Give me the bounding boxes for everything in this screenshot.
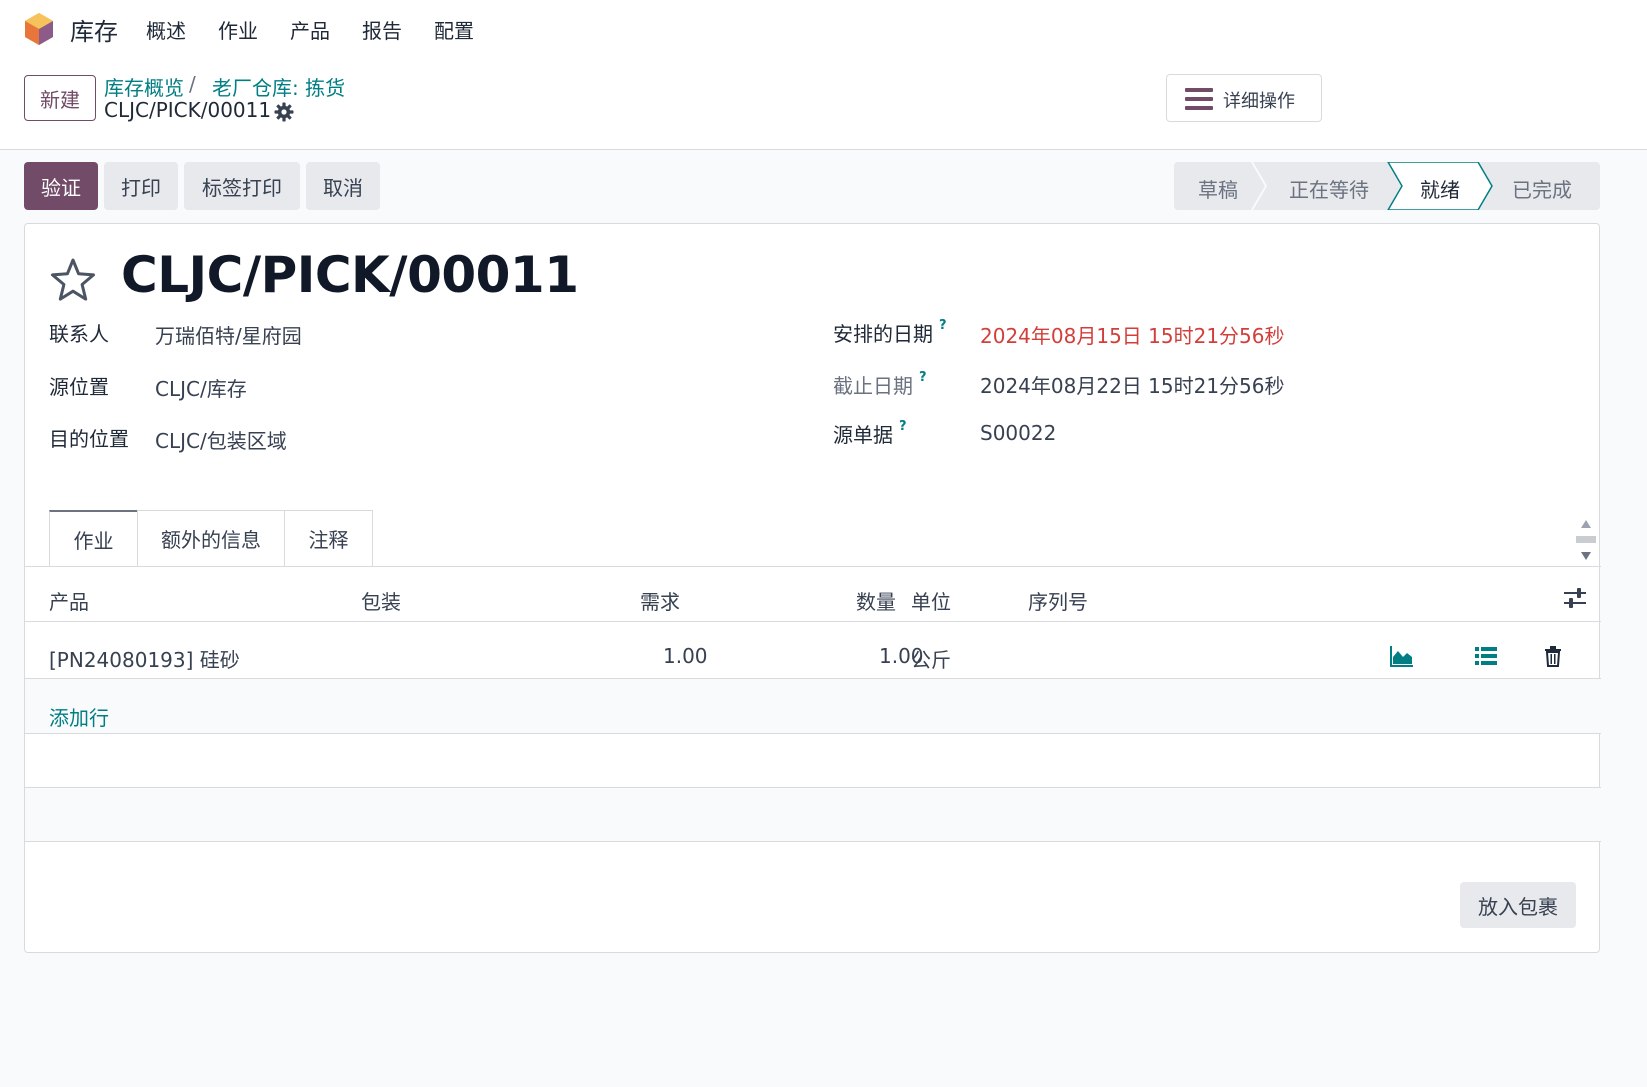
form-sheet: CLJC/PICK/00011 联系人 万瑞佰特/星府园 源位置 CLJC/库存…	[24, 223, 1601, 953]
menu-reporting[interactable]: 报告	[362, 15, 402, 44]
stage-done[interactable]: 已完成	[1512, 174, 1572, 203]
row-product[interactable]: [PN24080193] 硅砂	[49, 644, 240, 673]
star-icon[interactable]	[49, 256, 97, 304]
detailed-operations-icon[interactable]	[1474, 645, 1498, 667]
menu-operations[interactable]: 作业	[218, 15, 258, 44]
label-print-button[interactable]: 标签打印	[184, 162, 300, 210]
row-divider	[25, 733, 1601, 734]
actions-menu-button[interactable]: 详细操作	[1166, 74, 1322, 122]
record-title: CLJC/PICK/00011	[121, 246, 579, 304]
cancel-button[interactable]: 取消	[306, 162, 380, 210]
row-demand[interactable]: 1.00	[663, 644, 708, 668]
row-divider	[25, 841, 1601, 842]
column-product[interactable]: 产品	[49, 586, 89, 615]
column-uom[interactable]: 单位	[911, 586, 951, 615]
add-line-row	[25, 679, 1601, 733]
gear-icon[interactable]	[274, 102, 294, 122]
column-demand[interactable]: 需求	[640, 586, 680, 615]
dest-location-label: 目的位置	[49, 427, 129, 451]
column-packaging[interactable]: 包装	[361, 586, 401, 615]
breadcrumb-current: CLJC/PICK/00011	[104, 98, 272, 122]
tab-additional-info[interactable]: 额外的信息	[137, 510, 285, 566]
help-icon[interactable]: ?	[939, 318, 947, 333]
help-icon[interactable]: ?	[919, 370, 927, 385]
add-line-link[interactable]: 添加行	[49, 702, 109, 731]
status-bar: 草稿 正在等待 就绪 已完成	[1174, 162, 1600, 210]
partner-label: 联系人	[49, 322, 109, 346]
print-button[interactable]: 打印	[104, 162, 178, 210]
top-navbar: 库存 概述 作业 产品 报告 配置	[0, 0, 1647, 58]
breadcrumb-inventory-overview[interactable]: 库存概览	[104, 72, 184, 101]
source-location-label: 源位置	[49, 375, 109, 399]
deadline-label-text: 截止日期	[833, 374, 913, 398]
hamburger-icon	[1185, 88, 1213, 110]
tab-operations[interactable]: 作业	[49, 510, 138, 566]
help-icon[interactable]: ?	[899, 419, 907, 434]
partner-value[interactable]: 万瑞佰特/星府园	[155, 320, 302, 349]
put-in-pack-button[interactable]: 放入包裹	[1460, 882, 1576, 928]
row-uom[interactable]: 公斤	[911, 644, 951, 673]
app-name[interactable]: 库存	[70, 12, 118, 47]
scheduled-date-label-text: 安排的日期	[833, 322, 933, 346]
control-panel: 新建 库存概览 / 老厂仓库: 拣货 CLJC/PICK/00011 详细操作	[0, 58, 1647, 150]
column-serial[interactable]: 序列号	[1028, 586, 1088, 615]
stage-waiting[interactable]: 正在等待	[1289, 174, 1369, 203]
validate-button[interactable]: 验证	[24, 162, 98, 210]
trash-icon[interactable]	[1543, 645, 1563, 667]
column-quantity[interactable]: 数量	[856, 586, 896, 615]
tabs-divider	[25, 566, 1601, 567]
column-settings-icon[interactable]	[1563, 587, 1587, 609]
source-location-value[interactable]: CLJC/库存	[155, 373, 247, 402]
menu-products[interactable]: 产品	[290, 15, 330, 44]
source-document-label-text: 源单据	[833, 423, 893, 447]
breadcrumb-picking[interactable]: 老厂仓库: 拣货	[212, 72, 345, 101]
source-document-value[interactable]: S00022	[980, 421, 1056, 445]
tab-note[interactable]: 注释	[284, 510, 373, 566]
deadline-value[interactable]: 2024年08月22日 15时21分56秒	[980, 370, 1285, 399]
forecast-chart-icon[interactable]	[1390, 645, 1414, 667]
empty-row	[25, 788, 1601, 842]
deadline-label: 截止日期?	[833, 370, 927, 399]
source-document-label: 源单据?	[833, 419, 907, 448]
scroll-arrows-icon[interactable]	[1575, 514, 1597, 566]
menu-configuration[interactable]: 配置	[434, 15, 474, 44]
new-button[interactable]: 新建	[24, 75, 96, 121]
menu-overview[interactable]: 概述	[146, 15, 186, 44]
dest-location-value[interactable]: CLJC/包装区域	[155, 425, 287, 454]
actions-menu-label: 详细操作	[1223, 91, 1295, 112]
scheduled-date-label: 安排的日期?	[833, 318, 947, 347]
scheduled-date-value[interactable]: 2024年08月15日 15时21分56秒	[980, 320, 1285, 349]
stage-draft[interactable]: 草稿	[1198, 174, 1238, 203]
header-divider	[25, 621, 1601, 622]
stage-ready[interactable]: 就绪	[1420, 174, 1460, 203]
app-logo-icon[interactable]	[24, 12, 54, 46]
breadcrumb-separator: /	[189, 72, 196, 96]
